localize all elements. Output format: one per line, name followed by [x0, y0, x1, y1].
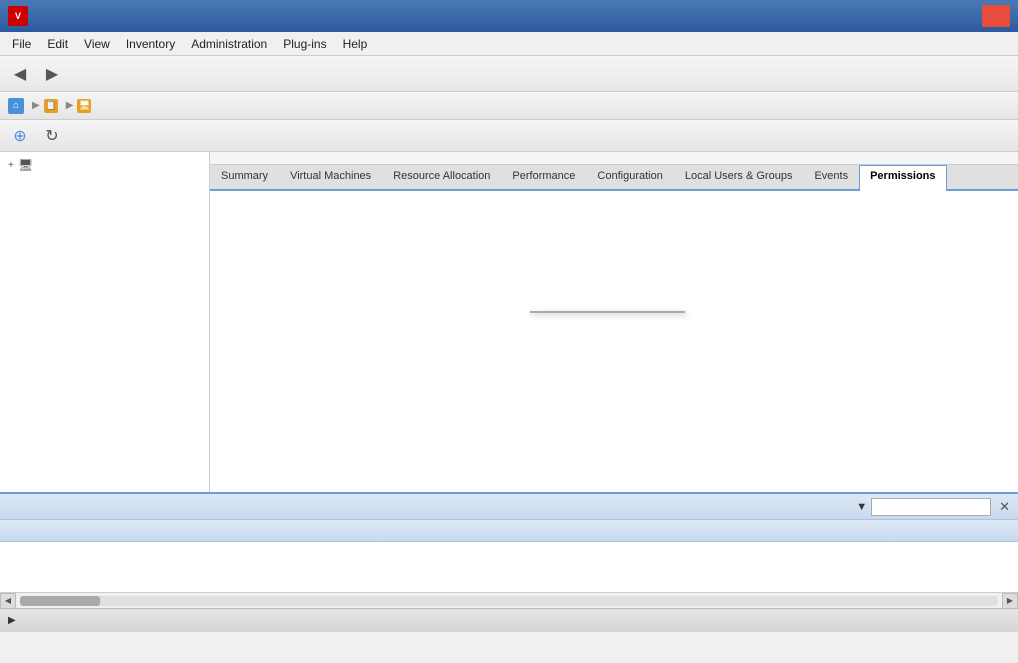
refresh-icon[interactable]: ↻ [38, 122, 66, 150]
tasks-status-btn[interactable]: ▶ [8, 615, 20, 626]
menubar: FileEditViewInventoryAdministrationPlug-… [0, 32, 1018, 56]
menu-item-file[interactable]: File [4, 35, 39, 53]
tab-configuration[interactable]: Configuration [586, 165, 673, 189]
home-icon: ⌂ [8, 98, 24, 114]
tasks-body [0, 542, 1018, 592]
titlebar: V [0, 0, 1018, 32]
secondary-toolbar: ⊕ ↻ [0, 120, 1018, 152]
tab-permissions[interactable]: Permissions [859, 165, 946, 191]
context-menu [530, 311, 685, 313]
statusbar: ▶ [0, 608, 1018, 632]
tab-resource-allocation[interactable]: Resource Allocation [382, 165, 501, 189]
toolbar: ◀ ▶ [0, 56, 1018, 92]
left-panel: + 🖥 [0, 152, 210, 492]
tasks-table-header [0, 520, 1018, 542]
scroll-track[interactable] [20, 596, 998, 606]
breadcrumb: ⌂ ▶ 📋 ▶ 🖥 [0, 92, 1018, 120]
menu-item-help[interactable]: Help [335, 35, 376, 53]
inventory-icon-2: 🖥 [77, 99, 91, 113]
scroll-thumb[interactable] [20, 596, 100, 606]
tree-expand-icon: + [8, 160, 14, 171]
titlebar-controls [922, 5, 1010, 27]
tab-performance[interactable]: Performance [501, 165, 586, 189]
app-logo: V [8, 6, 28, 26]
scroll-right-btn[interactable]: ▶ [1002, 593, 1018, 609]
menu-item-view[interactable]: View [76, 35, 118, 53]
tab-local-users--groups[interactable]: Local Users & Groups [674, 165, 804, 189]
tree-item-server[interactable]: + 🖥 [4, 156, 205, 174]
titlebar-left: V [8, 6, 28, 26]
menu-item-edit[interactable]: Edit [39, 35, 76, 53]
breadcrumb-sep-1: ▶ [32, 100, 40, 111]
minimize-button[interactable] [922, 5, 950, 27]
tab-summary[interactable]: Summary [210, 165, 279, 189]
breadcrumb-sep-2: ▶ [66, 100, 74, 111]
tabs-bar: SummaryVirtual MachinesResource Allocati… [210, 165, 1018, 191]
tab-virtual-machines[interactable]: Virtual Machines [279, 165, 382, 189]
host-header [210, 152, 1018, 165]
right-panel: SummaryVirtual MachinesResource Allocati… [210, 152, 1018, 492]
maximize-button[interactable] [952, 5, 980, 27]
table-area [210, 191, 1018, 492]
close-button[interactable] [982, 5, 1010, 27]
menu-item-administration[interactable]: Administration [183, 35, 275, 53]
close-tasks-button[interactable]: ✕ [999, 499, 1010, 515]
filter-input[interactable] [871, 498, 991, 516]
tab-events[interactable]: Events [803, 165, 859, 189]
forward-button[interactable]: ▶ [38, 60, 66, 88]
back-button[interactable]: ◀ [6, 60, 34, 88]
tasks-filter: ▼ ✕ [852, 498, 1010, 516]
tasks-header: ▼ ✕ [0, 494, 1018, 520]
horizontal-scrollbar[interactable]: ◀ ▶ [0, 592, 1018, 608]
main-content: + 🖥 SummaryVirtual MachinesResource Allo… [0, 152, 1018, 492]
menu-item-inventory[interactable]: Inventory [118, 35, 183, 53]
inventory-icon-1: 📋 [44, 99, 58, 113]
server-icon: 🖥 [18, 158, 33, 172]
scroll-left-btn[interactable]: ◀ [0, 593, 16, 609]
add-icon[interactable]: ⊕ [6, 122, 34, 150]
menu-item-plug-ins[interactable]: Plug-ins [275, 35, 334, 53]
recent-tasks-panel: ▼ ✕ [0, 492, 1018, 592]
